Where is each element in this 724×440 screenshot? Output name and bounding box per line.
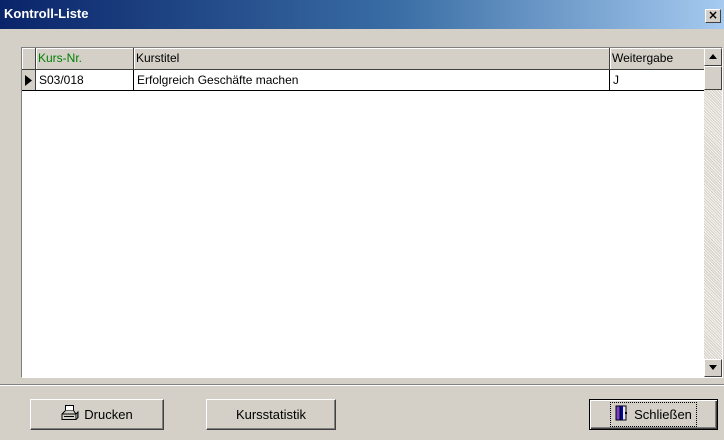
printer-icon: [61, 405, 79, 424]
print-button-label: Drucken: [84, 407, 133, 422]
cell-kurstitel[interactable]: Erfolgreich Geschäfte machen: [134, 70, 610, 90]
cell-kurs-nr[interactable]: S03/018: [36, 70, 134, 90]
course-statistics-label: Kursstatistik: [235, 407, 307, 422]
window-close-button[interactable]: ×: [705, 9, 721, 23]
print-button[interactable]: Drucken: [30, 399, 164, 430]
grid-body: Kurs-Nr. Kurstitel Weitergabe S03/018 Er…: [22, 48, 704, 377]
focus-rectangle: Schließen: [610, 402, 697, 427]
window-title: Kontroll-Liste: [4, 6, 89, 21]
vertical-scrollbar[interactable]: [704, 48, 722, 377]
separator-highlight: [0, 385, 724, 386]
close-dialog-button[interactable]: Schließen: [589, 399, 718, 430]
course-grid[interactable]: Kurs-Nr. Kurstitel Weitergabe S03/018 Er…: [21, 47, 723, 378]
scrollbar-thumb[interactable]: [704, 66, 722, 90]
cell-weitergabe[interactable]: J: [610, 70, 704, 90]
title-bar[interactable]: Kontroll-Liste ×: [0, 0, 724, 29]
header-corner: [22, 48, 36, 70]
scroll-up-button[interactable]: [704, 48, 722, 66]
arrow-down-icon: [709, 365, 717, 370]
course-statistics-button[interactable]: Kursstatistik: [206, 399, 336, 430]
table-row[interactable]: S03/018 Erfolgreich Geschäfte machen J: [22, 70, 704, 91]
scroll-down-button[interactable]: [704, 359, 722, 377]
column-header-weitergabe[interactable]: Weitergabe: [610, 48, 704, 70]
column-header-kurs-nr[interactable]: Kurs-Nr.: [36, 48, 134, 70]
arrow-up-icon: [709, 54, 717, 59]
door-icon: [615, 405, 629, 424]
close-dialog-label: Schließen: [634, 407, 692, 422]
column-header-kurstitel[interactable]: Kurstitel: [134, 48, 610, 70]
